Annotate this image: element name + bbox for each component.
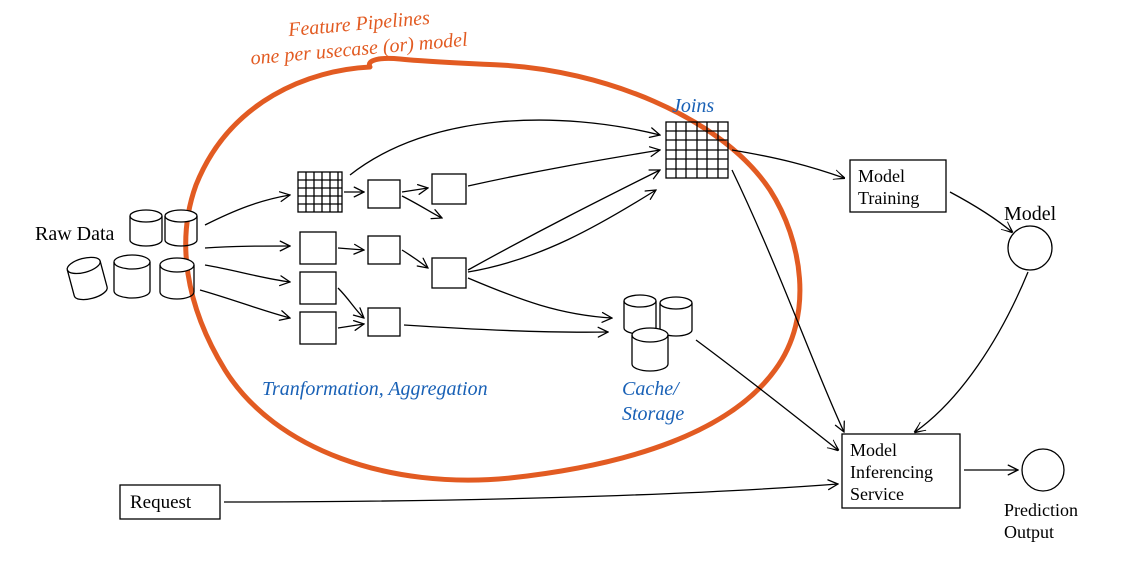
transformation-label: Tranformation, Aggregation [262, 378, 488, 400]
model-label: Model [1004, 203, 1057, 225]
raw-data-label: Raw Data [35, 223, 115, 245]
request-box: Request [120, 485, 220, 519]
joins-grid-icon [666, 122, 728, 178]
cache-label: Cache/ Storage [622, 378, 684, 425]
prediction-node [1022, 449, 1064, 491]
joins-label: Joins [672, 95, 714, 117]
model-node [1008, 226, 1052, 270]
svg-text:Model Inferencing Serv: Model Inferencing Service [850, 440, 937, 504]
transform-col2 [368, 180, 400, 336]
svg-text:Request: Request [130, 492, 192, 513]
model-training-box: Model Training [850, 160, 946, 212]
transform-col1 [298, 172, 342, 344]
grid-icon [298, 172, 342, 212]
model-inferencing-box: Model Inferencing Service [842, 434, 960, 508]
prediction-label: Prediction Output [1004, 500, 1083, 542]
cache-cylinders [624, 295, 692, 371]
transform-col3 [432, 174, 466, 288]
svg-text:Model Training: Model Training [858, 166, 919, 208]
